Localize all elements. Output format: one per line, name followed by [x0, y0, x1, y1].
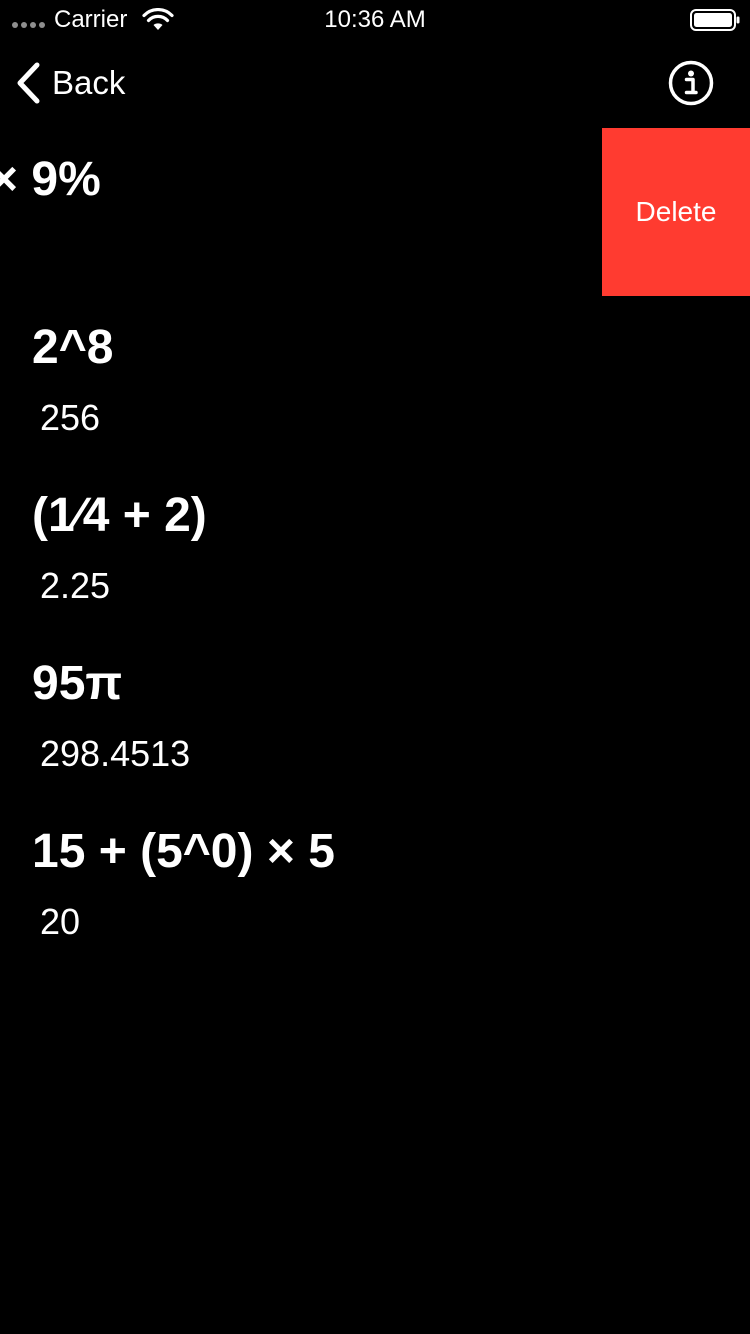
row-result: 2.25 [40, 565, 111, 606]
status-time: 10:36 AM [324, 6, 426, 33]
delete-button[interactable]: Delete [602, 128, 750, 296]
history-row-swiped[interactable]: × 9% Delete [0, 128, 750, 296]
history-row[interactable]: (1⁄4 + 2) 2.25 [0, 464, 750, 632]
back-label: Back [52, 64, 126, 101]
history-row[interactable]: 2^8 256 [0, 296, 750, 464]
battery-icon [690, 9, 740, 31]
history-row[interactable]: 15 + (5^0) × 5 20 [0, 800, 750, 968]
row-expression: 95π [32, 657, 123, 710]
row-result: 298.4513 [40, 733, 191, 774]
navigation-bar: Back [0, 40, 750, 128]
row-expression: × 9% [0, 153, 101, 206]
back-button[interactable]: Back [14, 60, 125, 106]
status-bar: Carrier 10:36 AM [0, 0, 750, 40]
row-result: 20 [40, 901, 81, 942]
row-expression: 2^8 [32, 321, 114, 374]
row-expression: 15 + (5^0) × 5 [32, 825, 335, 878]
info-button[interactable] [668, 60, 714, 106]
history-list: × 9% Delete 2^8 256 (1⁄4 + 2) 2.25 95π 2… [0, 128, 750, 968]
row-result: 256 [40, 397, 101, 438]
chevron-left-icon [17, 62, 40, 104]
history-row[interactable]: 95π 298.4513 [0, 632, 750, 800]
row-expression: (1⁄4 + 2) [32, 489, 207, 542]
